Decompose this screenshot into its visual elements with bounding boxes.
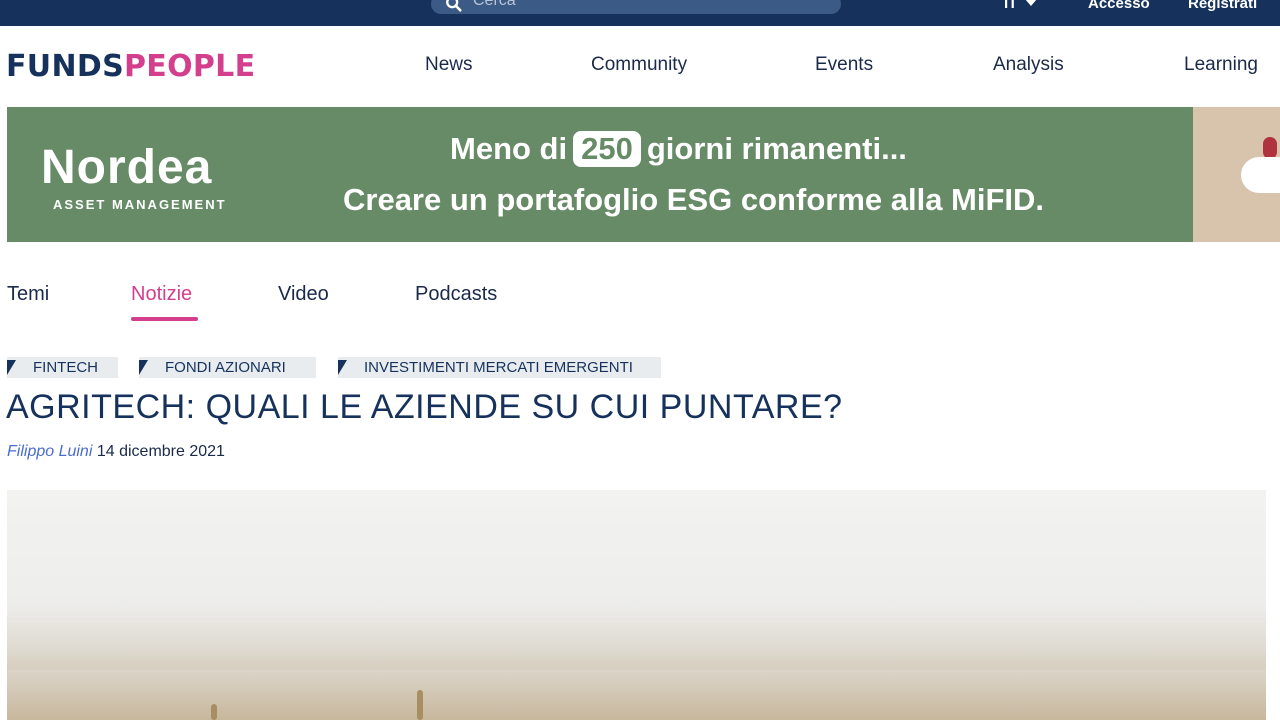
wheat-stalk [211,704,217,720]
tab-video[interactable]: Video [278,283,329,306]
article-byline: Filippo Luini 14 dicembre 2021 [7,443,225,461]
banner-headline-1: Meno di 250 giorni rimanenti... [450,131,907,167]
banner-headline-2: Creare un portafoglio ESG conforme alla … [343,182,1045,217]
nav-news[interactable]: News [425,54,473,76]
tag-label: FINTECH [33,359,98,376]
banner-brand-sub: ASSET MANAGEMENT [53,197,227,212]
search-input[interactable] [473,0,813,11]
flower-decoration [1263,137,1277,159]
search-icon[interactable] [445,0,463,13]
language-selector[interactable]: IT [1004,0,1038,12]
banner-cta-button[interactable] [1241,157,1280,193]
tag-investimenti-mercati-emergenti[interactable]: INVESTIMENTI MERCATI EMERGENTI [338,357,661,378]
search-box[interactable] [431,0,841,14]
banner-line1-suffix: giorni rimanenti... [646,131,907,166]
tag-flag-icon [338,360,347,375]
nav-events[interactable]: Events [815,54,873,76]
login-link[interactable]: Accesso [1088,0,1150,12]
fog-layer [7,610,1266,670]
tag-fintech[interactable]: FINTECH [7,357,118,378]
language-label: IT [1004,0,1018,12]
article-date: 14 dicembre 2021 [96,443,225,460]
nav-analysis[interactable]: Analysis [993,54,1064,76]
top-bar: IT Accesso Registrati [0,0,1280,26]
tag-flag-icon [7,360,16,375]
nav-learning[interactable]: Learning [1184,54,1258,76]
logo-part-2: PEOPLE [123,49,256,84]
ad-banner[interactable]: Nordea ASSET MANAGEMENT Meno di 250 giorni… [7,107,1280,242]
chevron-down-icon [1025,0,1038,6]
banner-line1-prefix: Meno di [450,131,568,166]
tag-flag-icon [139,360,148,375]
tag-fondi-azionari[interactable]: FONDI AZIONARI [139,357,316,378]
author-link[interactable]: Filippo Luini [7,443,92,460]
nav-community[interactable]: Community [591,54,687,76]
article-hero-image [7,490,1266,720]
tag-label: INVESTIMENTI MERCATI EMERGENTI [364,359,633,376]
register-link[interactable]: Registrati [1188,0,1257,12]
wheat-stalk [417,690,423,720]
article-title: AGRITECH: QUALI LE AZIENDE SU CUI PUNTAR… [6,388,843,426]
tab-notizie[interactable]: Notizie [131,283,192,306]
site-logo[interactable]: FUNDSPEOPLE [6,49,255,84]
banner-side-image [1193,107,1280,242]
logo-part-1: FUNDS [6,49,124,84]
banner-count-badge: 250 [573,131,641,167]
tag-label: FONDI AZIONARI [165,359,286,376]
active-tab-indicator [131,317,198,321]
tab-temi[interactable]: Temi [7,283,49,306]
tab-podcasts[interactable]: Podcasts [415,283,497,306]
banner-brand: Nordea [41,141,213,194]
